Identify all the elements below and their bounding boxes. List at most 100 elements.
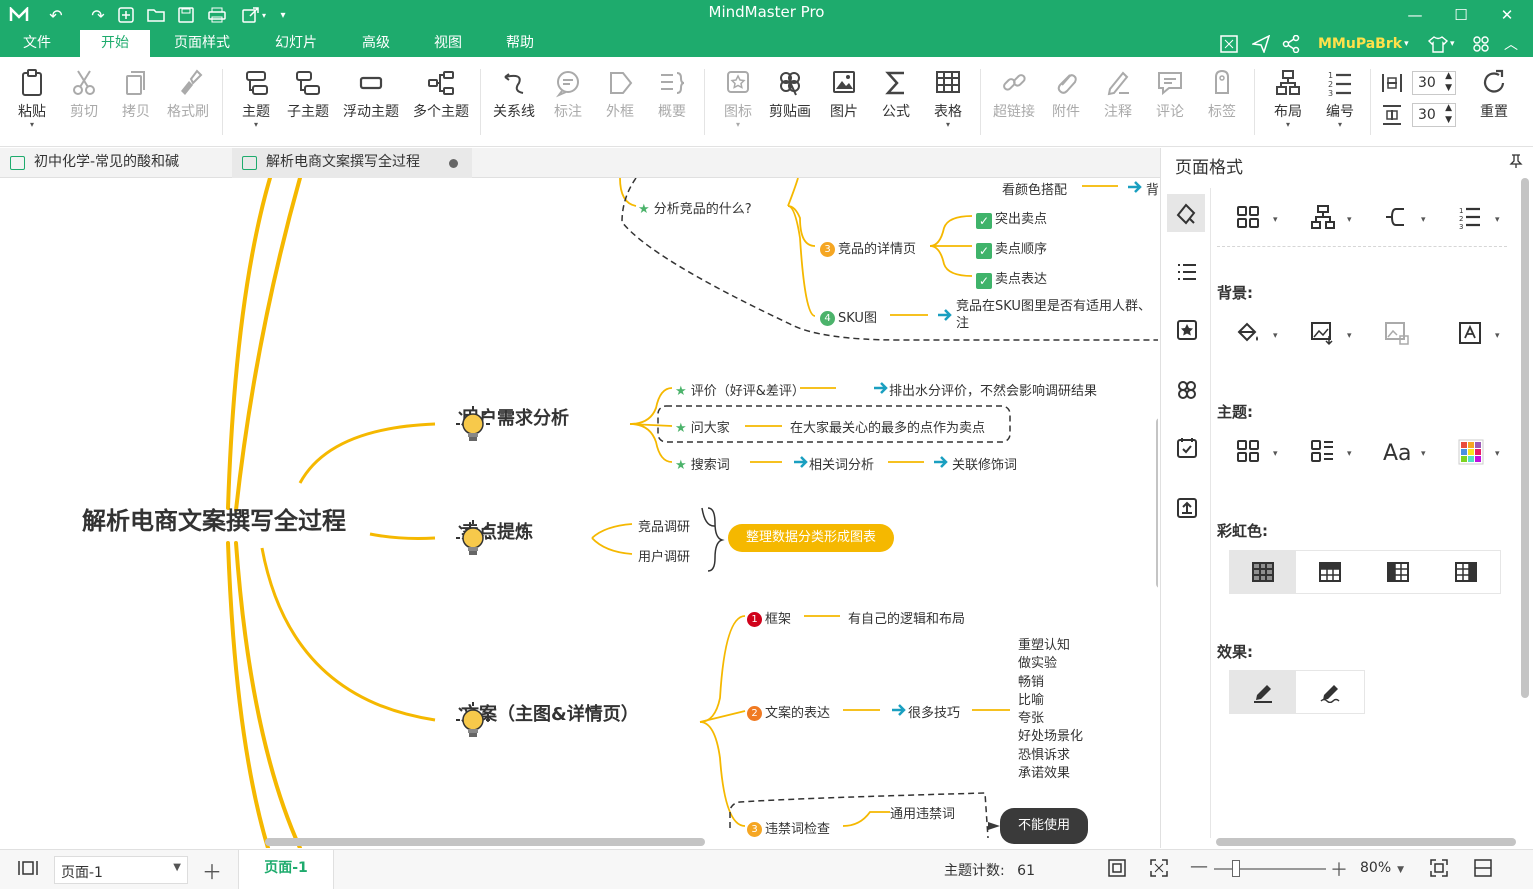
clipart-panel-icon[interactable] xyxy=(1174,378,1200,404)
fit-window-icon[interactable] xyxy=(1430,859,1448,881)
effect-handdrawn-option[interactable] xyxy=(1296,671,1364,713)
topic-copywriting[interactable]: 文案（主图&详情页） xyxy=(455,700,639,737)
menu-slides[interactable]: 幻灯片 xyxy=(258,30,334,57)
boundary-button[interactable]: 外框 xyxy=(594,65,646,137)
tab-chemistry[interactable]: 初中化学-常见的酸和碱 xyxy=(0,148,230,178)
topic-skills[interactable]: 很多技巧 xyxy=(908,702,960,721)
fullscreen-view-icon[interactable] xyxy=(1150,859,1168,881)
formula-button[interactable]: 公式 xyxy=(870,65,922,137)
vertical-spacing-input[interactable]: 30 ▲ ▼ xyxy=(1412,103,1456,127)
theme-icon[interactable]: ▾ xyxy=(1235,438,1287,468)
topic-competitor-research[interactable]: 竞品调研 xyxy=(638,516,690,535)
callout-cannot-use[interactable]: 不能使用 xyxy=(1000,808,1088,844)
topic-color-match-tail[interactable]: 背 xyxy=(1146,179,1158,198)
topic-button[interactable]: 主题 ▾ xyxy=(230,65,282,137)
outline-icon[interactable] xyxy=(1174,260,1200,286)
panel-vertical-scrollbar[interactable] xyxy=(1521,178,1529,698)
numbering-button[interactable]: 123 编号 ▾ xyxy=(1314,65,1366,137)
topic-color-match[interactable]: 看颜色搭配 xyxy=(1002,179,1067,198)
page-select[interactable]: 页面-1 ▼ xyxy=(54,856,188,884)
summary-button[interactable]: 概要 xyxy=(646,65,698,137)
canvas-vertical-scrollbar[interactable] xyxy=(1156,418,1158,588)
topic-ask-everyone-note[interactable]: 在大家最关心的最多的点作为卖点 xyxy=(790,417,985,436)
multi-topic-button[interactable]: 多个主题 xyxy=(408,65,474,137)
topic-banned-words[interactable]: 3 违禁词检查 xyxy=(747,818,830,837)
rainbow-option-1[interactable] xyxy=(1230,551,1296,593)
menu-help[interactable]: 帮助 xyxy=(490,30,550,57)
icon-library-icon[interactable] xyxy=(1174,318,1200,344)
menu-advanced[interactable]: 高级 xyxy=(346,30,406,57)
clipart-button[interactable]: 剪贴画 xyxy=(764,65,816,137)
export-panel-icon[interactable] xyxy=(1174,496,1200,522)
topic-user-demand[interactable]: 用户需求分析 xyxy=(455,404,569,441)
canvas-horizontal-scrollbar[interactable] xyxy=(265,838,705,846)
subtopic-button[interactable]: 子主题 xyxy=(282,65,334,137)
topic-related-words[interactable]: 相关词分析 xyxy=(809,454,874,473)
topic-modifier-words[interactable]: 关联修饰词 xyxy=(952,454,1017,473)
format-painter-button[interactable]: 格式刷 xyxy=(162,65,214,137)
share-icon[interactable] xyxy=(1282,30,1300,57)
rainbow-option-3[interactable] xyxy=(1364,551,1432,593)
user-account-button[interactable]: MMuPaBrk ▾ xyxy=(1318,30,1409,57)
topic-sku-note[interactable]: 竞品在SKU图里是否有适用人群、注 xyxy=(956,298,1151,332)
topic-framework[interactable]: 1 框架 xyxy=(747,608,791,627)
cut-button[interactable]: 剪切 xyxy=(58,65,110,137)
theme-style-icon[interactable]: ▾ xyxy=(1309,438,1361,468)
collapse-ribbon-icon[interactable]: ︿ xyxy=(1504,30,1518,57)
topic-selling-points[interactable]: 卖点提炼 xyxy=(455,518,533,555)
maximize-icon[interactable]: ☐ xyxy=(1438,0,1484,30)
horizontal-spacing-input[interactable]: 30 ▲ ▼ xyxy=(1412,71,1456,95)
reset-button[interactable]: 重置 xyxy=(1468,65,1520,137)
topic-check-3[interactable]: ✓ 卖点表达 xyxy=(976,268,1047,289)
topic-sku[interactable]: 4 SKU图 xyxy=(820,307,877,326)
hyperlink-button[interactable]: 超链接 xyxy=(988,65,1040,137)
zoom-in-icon[interactable]: ＋ xyxy=(1330,856,1348,882)
topic-framework-note[interactable]: 有自己的逻辑和布局 xyxy=(848,608,965,627)
topic-skill-list[interactable]: 重塑认知 做实验 畅销 比喻 夸张 好处场景化 恐惧诉求 承诺效果 xyxy=(1018,637,1083,783)
topic-organize-data[interactable]: 整理数据分类形成图表 xyxy=(728,524,894,552)
menu-home[interactable]: 开始 xyxy=(80,30,150,57)
table-button[interactable]: 表格 ▾ xyxy=(922,65,974,137)
effect-plain-option[interactable] xyxy=(1230,671,1296,713)
watermark-icon[interactable]: ▾ xyxy=(1457,320,1509,350)
page-format-icon[interactable] xyxy=(1167,194,1205,232)
topic-check-2[interactable]: ✓ 卖点顺序 xyxy=(976,238,1047,259)
topic-user-research[interactable]: 用户调研 xyxy=(638,546,690,565)
minimize-icon[interactable]: — xyxy=(1392,0,1438,30)
icon-button[interactable]: 图标 ▾ xyxy=(712,65,764,137)
close-icon[interactable]: ✕ xyxy=(1484,0,1530,30)
page-tab-1[interactable]: 页面-1 xyxy=(238,850,334,889)
topic-common-banned[interactable]: 通用违禁词 xyxy=(890,803,955,822)
tag-button[interactable]: 标签 xyxy=(1196,65,1248,137)
add-page-icon[interactable]: ＋ xyxy=(202,856,222,885)
topic-ask-everyone[interactable]: ★ 问大家 xyxy=(675,417,730,436)
theme-font-icon[interactable]: Aa ▾ xyxy=(1383,438,1435,468)
collapse-panel-icon[interactable] xyxy=(1474,859,1492,881)
pin-icon[interactable] xyxy=(1509,154,1523,172)
note-button[interactable]: 注释 xyxy=(1092,65,1144,137)
layout-panel-icon[interactable]: ▾ xyxy=(1309,204,1361,234)
fit-page-icon[interactable] xyxy=(1108,859,1126,881)
zoom-level[interactable]: 80% ▼ xyxy=(1360,860,1404,876)
topic-analyze-competitor[interactable]: ★ 分析竞品的什么? xyxy=(638,198,752,217)
menu-file[interactable]: 文件 xyxy=(6,30,68,57)
page-outline-toggle-icon[interactable] xyxy=(18,859,38,881)
topic-competitor-detail[interactable]: 3 竞品的详情页 xyxy=(820,238,916,257)
send-icon[interactable] xyxy=(1252,30,1270,57)
color-theme-icon[interactable]: ▾ xyxy=(1457,438,1509,468)
topic-reviews[interactable]: ★ 评价（好评&差评） xyxy=(675,380,805,399)
numbering-panel-icon[interactable]: 1 2 3 ▾ xyxy=(1457,204,1509,234)
layout-button[interactable]: 布局 ▾ xyxy=(1262,65,1314,137)
task-icon[interactable] xyxy=(1174,436,1200,462)
callout-button[interactable]: 标注 xyxy=(542,65,594,137)
structure-icon[interactable]: ▾ xyxy=(1235,204,1287,234)
apps-icon[interactable] xyxy=(1472,30,1490,57)
zoom-slider[interactable] xyxy=(1214,868,1326,870)
panel-horizontal-scrollbar[interactable] xyxy=(1216,838,1516,846)
tab-ecommerce[interactable]: 解析电商文案撰写全过程 xyxy=(232,148,472,178)
menu-view[interactable]: 视图 xyxy=(418,30,478,57)
root-topic[interactable]: 解析电商文案撰写全过程 xyxy=(82,501,346,536)
topic-check-1[interactable]: ✓ 突出卖点 xyxy=(976,208,1047,229)
unsaved-dot-icon[interactable] xyxy=(449,159,458,168)
picture-button[interactable]: 图片 xyxy=(818,65,870,137)
